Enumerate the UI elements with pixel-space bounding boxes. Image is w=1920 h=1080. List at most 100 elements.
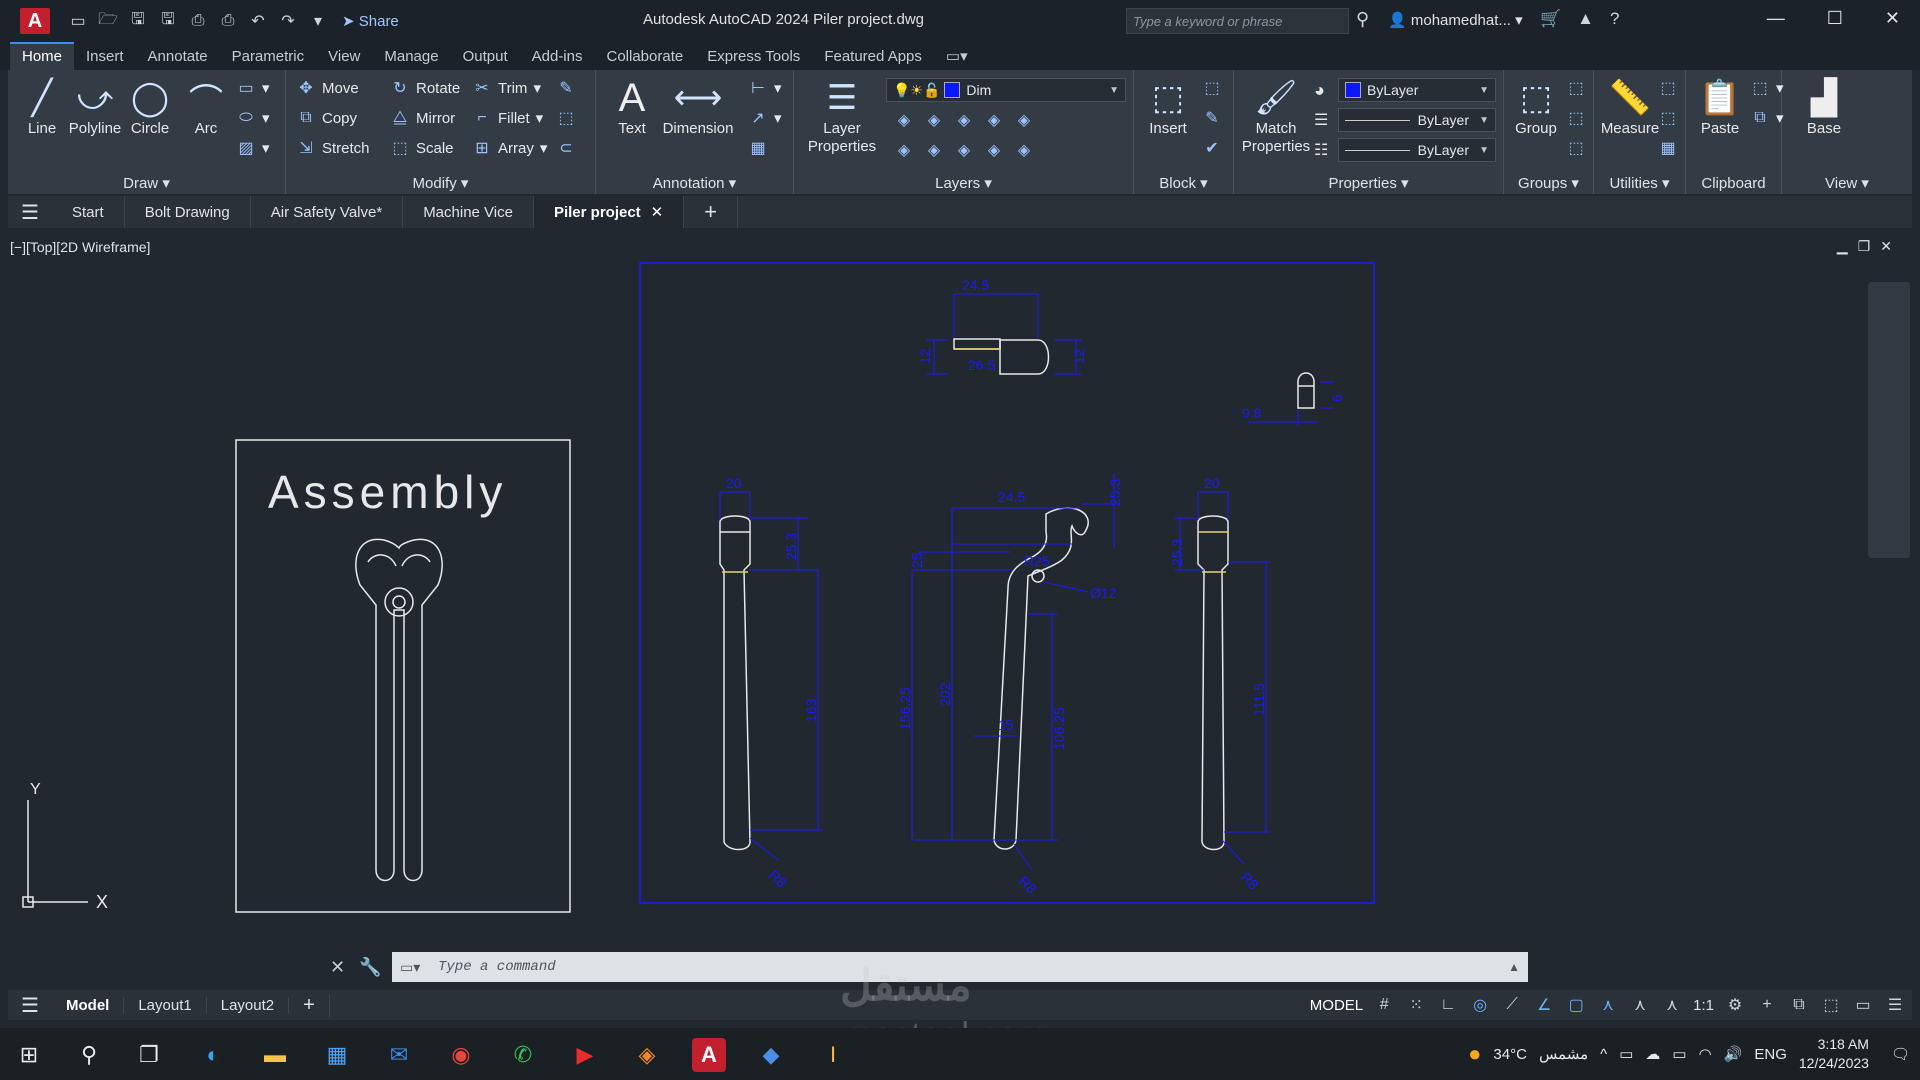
close-icon[interactable]: ✕ [1885,8,1900,29]
new-layout-icon[interactable]: + [289,993,330,1017]
measure-tool[interactable]: 📏 Measure [1598,76,1662,137]
block-panel-title[interactable]: Block ▾ [1134,174,1233,192]
file-tab-start[interactable]: Start [52,196,125,228]
group-select-tool[interactable]: ⬚ [1566,138,1586,158]
tab-output[interactable]: Output [451,44,520,70]
battery-icon[interactable]: ▭ [1672,1045,1686,1063]
volume-icon[interactable]: 🔊 [1724,1045,1743,1063]
clean-screen-icon[interactable]: ▭ [1852,995,1874,1015]
polar-icon[interactable]: ◎ [1469,995,1491,1015]
windows-start-icon[interactable]: ⊞ [12,1038,46,1072]
maximize-icon[interactable]: ☐ [1827,8,1843,29]
drawing-viewport[interactable]: [−][Top][2D Wireframe] ▁ ❐ ✕ Assembly 24… [8,230,1912,992]
object-snap-icon[interactable]: ▢ [1565,995,1587,1015]
weather-icon[interactable]: ● [1468,1041,1481,1067]
tab-featured-apps[interactable]: Featured Apps [812,44,934,70]
table-tool[interactable]: ▦ [748,138,768,158]
array-tool[interactable]: ⊞ Array ▾ [472,138,547,158]
dimension-tool[interactable]: ⟷ Dimension [658,76,738,137]
autodesk-icon[interactable]: ▲ [1577,9,1594,29]
weather-temp[interactable]: 34°C [1493,1046,1527,1063]
layer-walk-icon[interactable]: ◈ [1014,140,1034,160]
leader-tool[interactable]: ↗ ▾ [748,108,781,128]
help-search-input[interactable]: Type a keyword or phrase [1126,8,1349,34]
modify-panel-title[interactable]: Modify ▾ [286,174,595,192]
customization-icon[interactable]: ☰ [1884,995,1906,1015]
color-wheel-icon[interactable]: ◕ [1314,80,1325,101]
tab-insert[interactable]: Insert [74,44,136,70]
fillet-tool[interactable]: ⌐ Fillet ▾ [472,108,543,128]
stretch-tool[interactable]: ⇲ Stretch [296,138,369,158]
view-panel-title[interactable]: View ▾ [1782,174,1912,192]
base-tool[interactable]: ▟ Base [1792,76,1856,137]
task-view-icon[interactable]: ❐ [132,1038,166,1072]
print-icon[interactable]: ⎙ [218,12,238,30]
layer-current-icon[interactable]: ◈ [894,140,914,160]
layer-dropdown[interactable]: 💡☀🔓 Dim ▼ [886,78,1126,102]
file-tab-machine-vice[interactable]: Machine Vice [403,196,534,228]
layer-properties-tool[interactable]: ☰ Layer Properties [802,76,882,156]
brave-icon[interactable]: ◈ [630,1038,664,1072]
text-tool[interactable]: A Text [600,76,664,138]
lineweight-dropdown[interactable]: ByLayer ▼ [1338,138,1496,162]
autocad-taskbar-icon[interactable]: A [692,1038,726,1072]
isodraft-icon[interactable]: ⟋ [1501,996,1523,1014]
meet-icon[interactable]: ▭ [1619,1045,1633,1063]
snap-icon[interactable]: ⁙ [1405,995,1427,1015]
layer-isolate-icon[interactable]: ◈ [924,110,944,130]
tab-home[interactable]: Home [10,42,75,70]
grid-icon[interactable]: # [1373,996,1395,1014]
select-all-tool[interactable]: ⬚ [1658,108,1678,128]
trim-tool[interactable]: ✂ Trim ▾ [472,78,541,98]
open-file-icon[interactable]: 🗁 [98,8,118,35]
cart-icon[interactable]: 🛒 [1540,9,1561,29]
erase-tool[interactable]: ✎ [556,78,576,98]
close-tab-icon[interactable]: ✕ [651,203,664,221]
layer-match-icon[interactable]: ◈ [1014,110,1034,130]
file-explorer-icon[interactable]: ▬ [258,1038,292,1072]
tab-parametric[interactable]: Parametric [220,44,317,70]
quick-select-tool[interactable]: ⬚ [1658,78,1678,98]
utilities-panel-title[interactable]: Utilities ▾ [1594,174,1685,192]
copy-tool[interactable]: ⧉ Copy [296,108,357,128]
customize-qat-icon[interactable]: ▾ [308,11,328,31]
units-icon[interactable]: ⧉ [1788,996,1810,1014]
menu-icon[interactable]: ☰ [8,200,52,225]
auto-scale-icon[interactable]: ⋏ [1629,995,1651,1015]
file-tab-bolt-drawing[interactable]: Bolt Drawing [125,196,251,228]
cut-tool[interactable]: ⬚ ▾ [1750,78,1783,98]
weather-text[interactable]: مشمس [1539,1045,1588,1063]
wifi-icon[interactable]: ◠ [1699,1045,1712,1063]
tab-add-ins[interactable]: Add-ins [520,44,595,70]
ortho-icon[interactable]: ∟ [1437,996,1459,1014]
draw-panel-title[interactable]: Draw ▾ [8,174,285,192]
tab-manage[interactable]: Manage [372,44,450,70]
youtube-icon[interactable]: ▶ [568,1038,602,1072]
clock[interactable]: 3:18 AM 12/24/2023 [1799,1035,1869,1073]
file-tab-piler-project[interactable]: Piler project ✕ [533,196,685,228]
arc-tool[interactable]: ⌒ Arc [174,76,238,138]
layer-thaw-icon[interactable]: ◈ [954,140,974,160]
isolate-objects-icon[interactable]: ⬚ [1820,995,1842,1015]
cloud-icon[interactable]: ☁ [1645,1045,1660,1063]
language-indicator[interactable]: ENG [1754,1046,1787,1063]
notifications-icon[interactable]: 🗨 [1891,1045,1910,1063]
rotate-tool[interactable]: ↻ Rotate [390,78,460,98]
scale-value[interactable]: 1:1 [1693,997,1714,1014]
store-icon[interactable]: ▦ [320,1038,354,1072]
search-icon[interactable]: ⚲ [72,1038,106,1072]
tab-collaborate[interactable]: Collaborate [594,44,695,70]
app-icon[interactable]: I [816,1038,850,1072]
help-icon[interactable]: ? [1610,9,1619,29]
tab-express-tools[interactable]: Express Tools [695,44,812,70]
model-space-button[interactable]: MODEL [1310,997,1363,1014]
mail-icon[interactable]: ✉ [382,1038,416,1072]
annotation-panel-title[interactable]: Annotation ▾ [596,174,793,192]
edge-icon[interactable]: ◐ [196,1038,230,1072]
calculator-tool[interactable]: ▦ [1658,138,1678,158]
command-history-icon[interactable]: ▲ [1508,960,1520,974]
layout-tab-layout2[interactable]: Layout2 [207,996,290,1014]
layout-tab-layout1[interactable]: Layout1 [124,996,207,1014]
save-as-icon[interactable]: 🖫 [158,8,178,35]
move-tool[interactable]: ✥ Move [296,78,358,98]
